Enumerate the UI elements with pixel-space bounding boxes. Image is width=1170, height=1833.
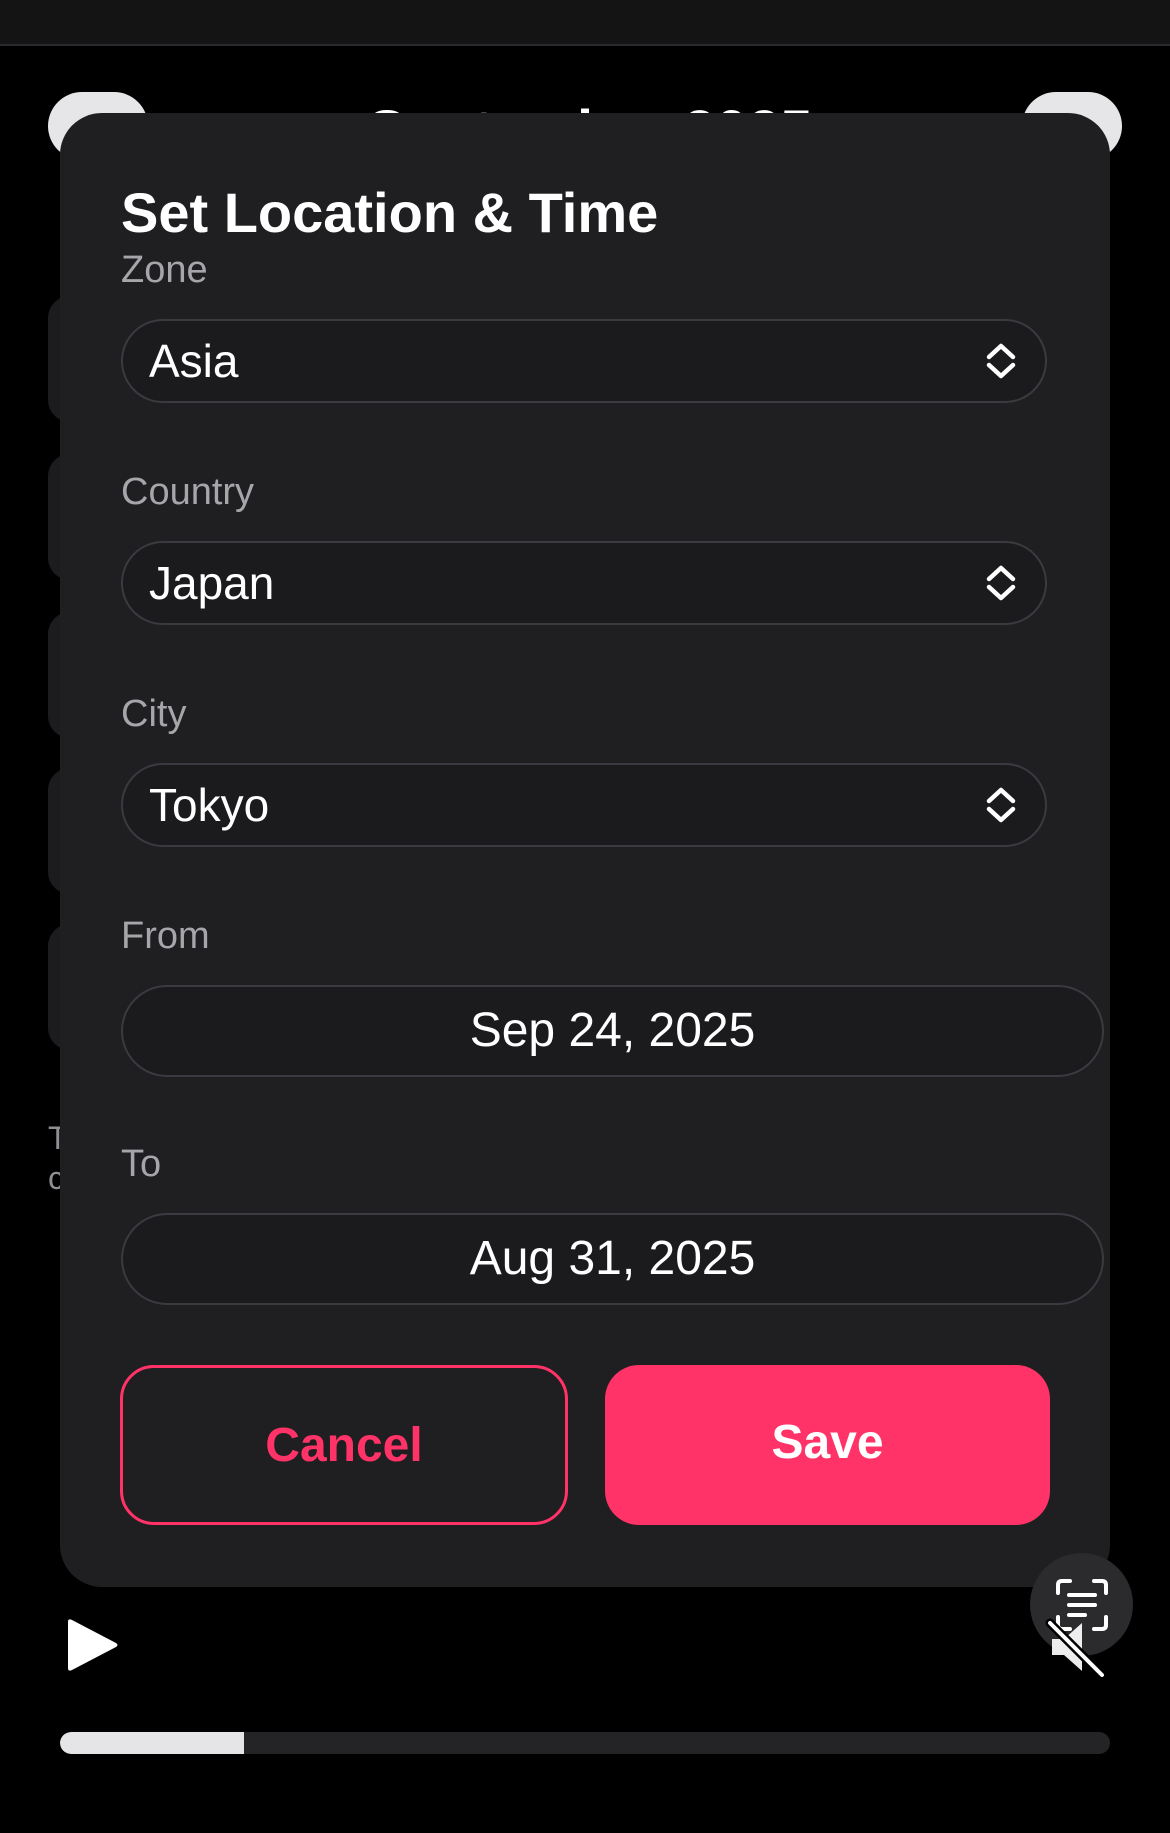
zone-select[interactable]: Asia — [121, 319, 1047, 403]
country-select[interactable]: Japan — [121, 541, 1047, 625]
city-select[interactable]: Tokyo — [121, 763, 1047, 847]
video-progress-bar[interactable] — [60, 1732, 1110, 1754]
to-date-field[interactable]: Aug 31, 2025 — [121, 1213, 1104, 1305]
zone-label: Zone — [121, 249, 208, 291]
from-date-field[interactable]: Sep 24, 2025 — [121, 985, 1104, 1077]
video-progress-fill — [60, 1732, 244, 1754]
dialog-title: Set Location & Time — [121, 181, 659, 244]
set-location-time-dialog: Set Location & Time Zone Asia Country Ja… — [60, 113, 1110, 1587]
city-value: Tokyo — [149, 779, 270, 831]
to-date-value: Aug 31, 2025 — [469, 1232, 756, 1285]
chevron-up-down-icon — [986, 343, 1016, 379]
cancel-button[interactable]: Cancel — [120, 1365, 568, 1525]
to-label: To — [121, 1143, 162, 1185]
background-note: T c — [48, 1120, 60, 1196]
top-bar — [0, 0, 1170, 46]
speaker-muted-icon[interactable] — [1042, 1613, 1110, 1681]
city-label: City — [121, 693, 187, 735]
save-button[interactable]: Save — [605, 1365, 1050, 1525]
from-label: From — [121, 915, 210, 957]
chevron-up-down-icon — [986, 787, 1016, 823]
chevron-up-down-icon — [986, 565, 1016, 601]
country-label: Country — [121, 471, 255, 513]
play-icon[interactable] — [66, 1616, 120, 1674]
country-value: Japan — [149, 557, 275, 609]
zone-value: Asia — [149, 335, 239, 387]
from-date-value: Sep 24, 2025 — [469, 1004, 756, 1057]
